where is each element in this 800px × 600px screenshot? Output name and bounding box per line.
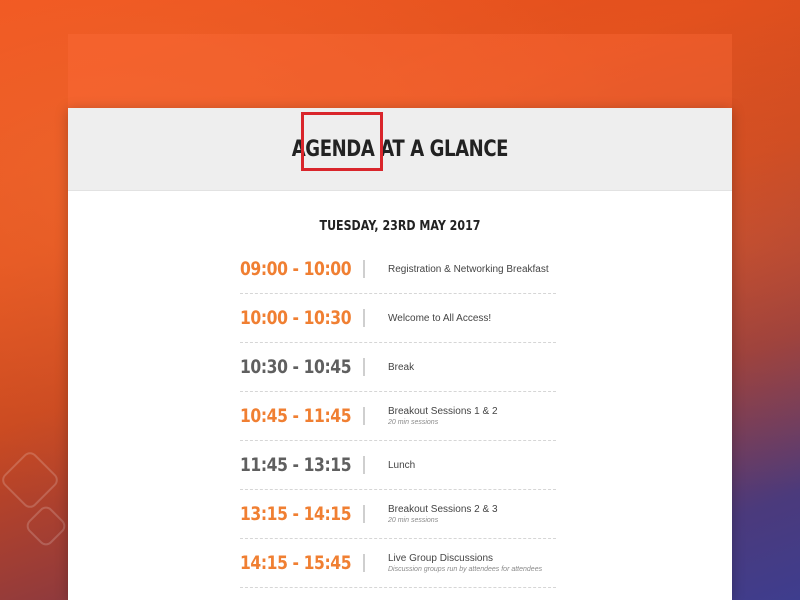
agenda-card: AGENDA AT A GLANCE TUESDAY, 23RD MAY 201… xyxy=(68,108,732,600)
session-title: Registration & Networking Breakfast xyxy=(388,263,549,275)
time-slot: 10:30 - 10:45 xyxy=(240,356,352,378)
top-banner-strip xyxy=(68,34,732,108)
agenda-row: 09:00 - 10:00 Registration & Networking … xyxy=(240,245,556,294)
agenda-row: 10:45 - 11:45 Breakout Sessions 1 & 2 20… xyxy=(240,392,556,441)
session-details: Break xyxy=(388,362,414,373)
row-divider xyxy=(363,505,365,523)
agenda-row: 13:15 - 14:15 Breakout Sessions 2 & 3 20… xyxy=(240,490,556,539)
agenda-row: 11:45 - 13:15 Lunch xyxy=(240,441,556,490)
session-title: Break xyxy=(388,361,415,373)
agenda-row: 10:00 - 10:30 Welcome to All Access! xyxy=(240,294,556,343)
session-note: 20 min sessions xyxy=(388,517,439,524)
session-details: Welcome to All Access! xyxy=(388,313,491,324)
session-details: Registration & Networking Breakfast xyxy=(388,264,549,275)
row-divider xyxy=(363,358,365,376)
agenda-date: TUESDAY, 23RD MAY 2017 xyxy=(319,219,481,234)
card-header: AGENDA AT A GLANCE xyxy=(68,108,732,191)
time-slot: 10:45 - 11:45 xyxy=(240,405,352,427)
agenda-row: 10:30 - 10:45 Break xyxy=(240,343,556,392)
time-slot: 10:00 - 10:30 xyxy=(240,307,352,329)
time-slot: 09:00 - 10:00 xyxy=(240,258,352,280)
row-divider xyxy=(363,309,365,327)
row-divider xyxy=(363,260,365,278)
session-details: Live Group Discussions Discussion groups… xyxy=(388,553,542,573)
time-slot: 11:45 - 13:15 xyxy=(240,454,352,476)
session-title: Breakout Sessions 1 & 2 xyxy=(388,406,498,417)
session-title: Lunch xyxy=(388,459,416,471)
agenda-list: 09:00 - 10:00 Registration & Networking … xyxy=(240,245,556,588)
session-note: Discussion groups run by attendees for a… xyxy=(388,566,543,573)
session-details: Breakout Sessions 1 & 2 20 min sessions xyxy=(388,406,498,426)
row-divider xyxy=(363,456,365,474)
time-slot: 13:15 - 14:15 xyxy=(240,503,352,525)
agenda-row: 14:15 - 15:45 Live Group Discussions Dis… xyxy=(240,539,556,588)
session-title: Live Group Discussions xyxy=(388,553,494,564)
session-details: Breakout Sessions 2 & 3 20 min sessions xyxy=(388,504,498,524)
session-title: Breakout Sessions 2 & 3 xyxy=(388,504,498,515)
time-slot: 14:15 - 15:45 xyxy=(240,552,352,574)
row-divider xyxy=(363,554,365,572)
session-details: Lunch xyxy=(388,460,415,471)
session-note: 20 min sessions xyxy=(388,419,439,426)
row-divider xyxy=(363,407,365,425)
session-title: Welcome to All Access! xyxy=(388,312,492,324)
highlight-box xyxy=(301,112,383,171)
